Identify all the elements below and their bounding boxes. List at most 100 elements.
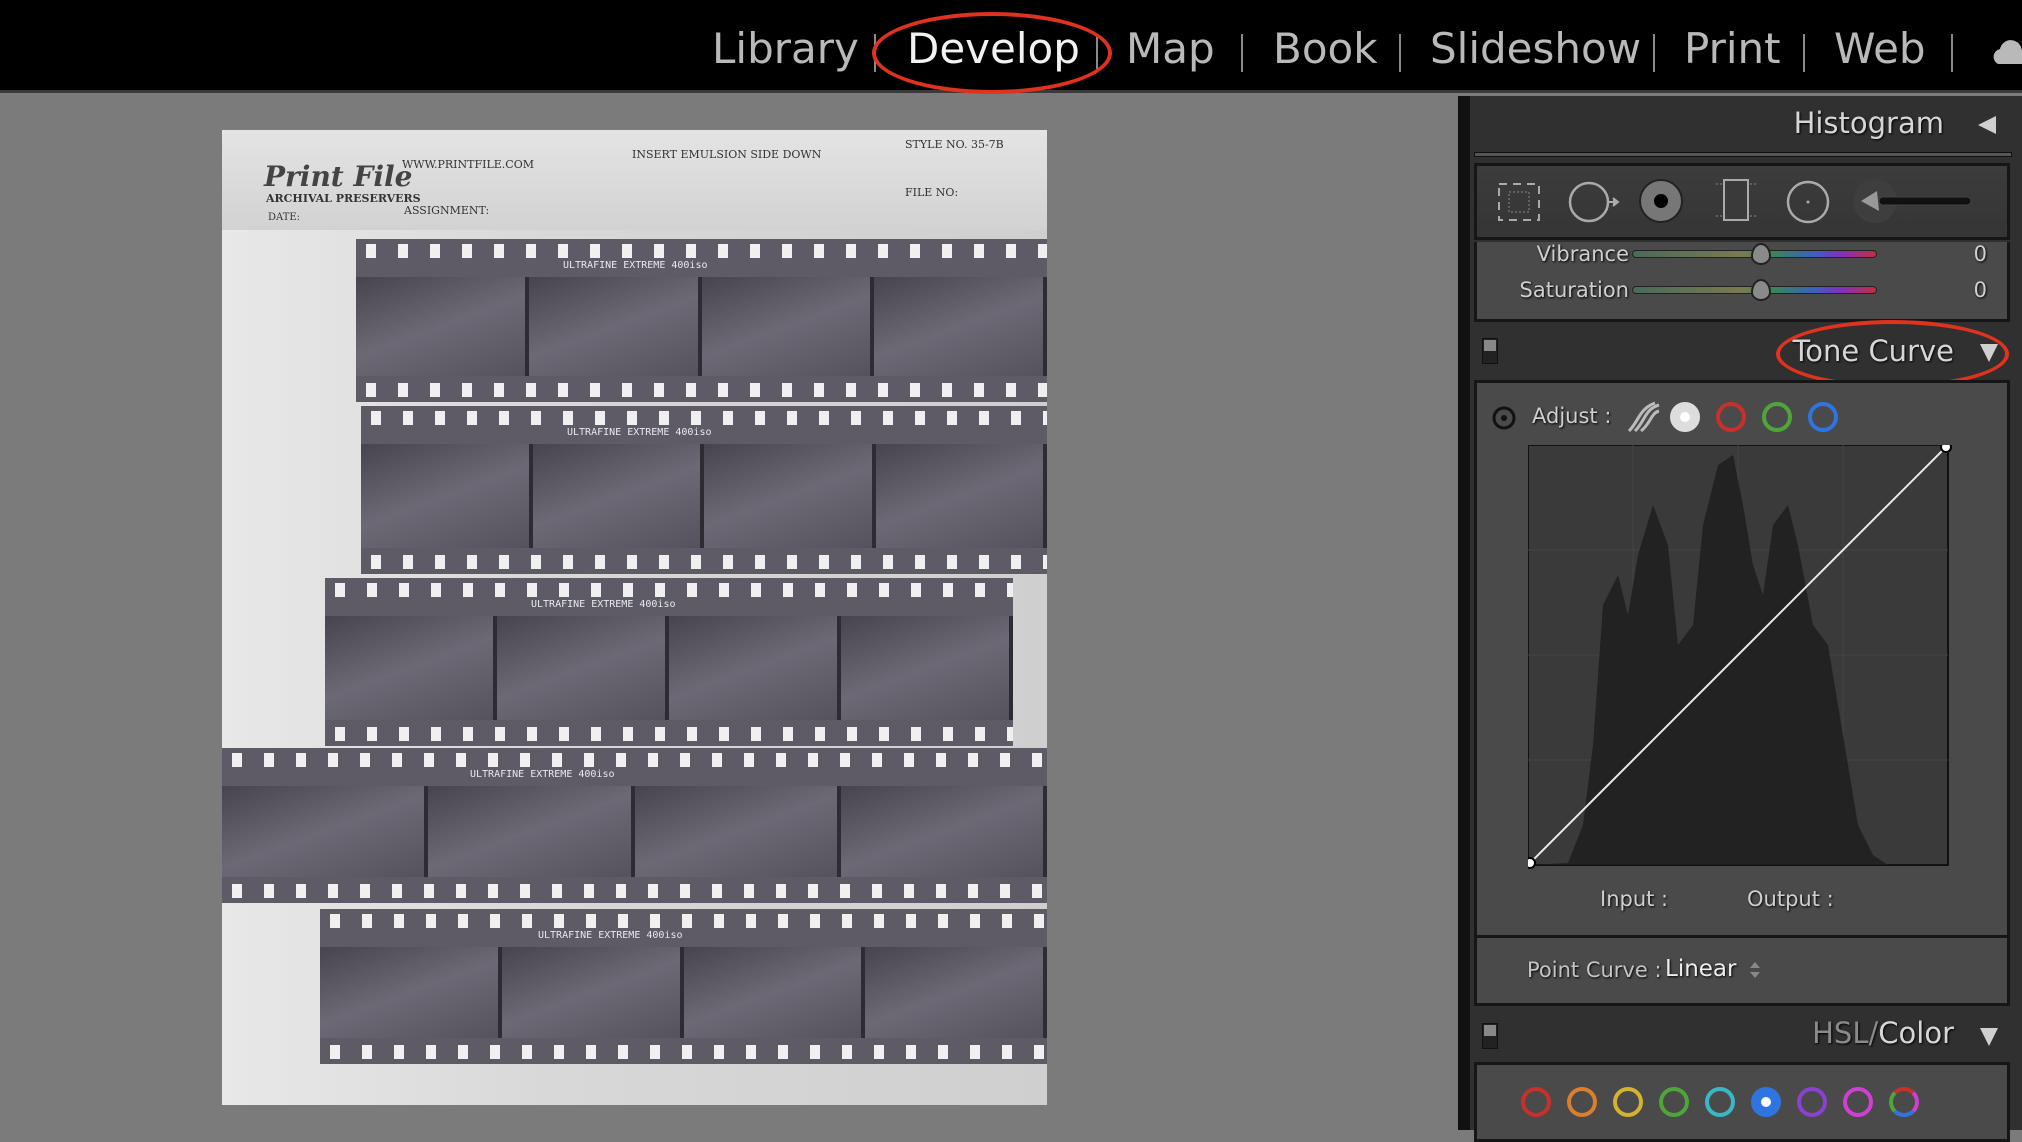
film-frame [683, 947, 866, 1038]
module-print[interactable]: Print [1684, 24, 1781, 73]
film-frame [222, 786, 429, 877]
channel-rgb[interactable] [1670, 402, 1700, 432]
module-book[interactable]: Book [1273, 24, 1378, 73]
hsl-swatch[interactable] [1797, 1087, 1827, 1117]
collapse-down-icon[interactable] [1978, 1026, 2000, 1048]
histogram-strip [1474, 152, 2012, 157]
film-frame [356, 277, 529, 376]
panel-divider[interactable] [1458, 96, 1470, 1130]
hsl-swatch[interactable] [1751, 1087, 1781, 1117]
crop-overlay-icon[interactable] [1495, 180, 1543, 224]
target-adjust-icon[interactable] [1491, 405, 1517, 431]
module-slideshow[interactable]: Slideshow [1430, 24, 1641, 73]
saturation-value[interactable]: 0 [1974, 278, 1987, 302]
point-curve-row: Point Curve : Linear [1474, 935, 2010, 1006]
sleeve-assignment: ASSIGNMENT: [404, 204, 490, 217]
tone-curve-toggle[interactable] [1482, 338, 1498, 364]
film-edge-label: ULTRAFINE EXTREME 400iso [563, 260, 708, 271]
cloud-icon[interactable] [1992, 38, 2022, 66]
point-curve-select[interactable]: Linear [1665, 956, 1736, 982]
adjustment-brush-icon[interactable] [1849, 176, 1989, 226]
red-eye-icon[interactable] [1637, 177, 1685, 225]
vibrance-label: Vibrance [1536, 242, 1629, 266]
hsl-panel [1474, 1062, 2010, 1142]
film-frame [361, 444, 533, 548]
film-edge-label: ULTRAFINE EXTREME 400iso [531, 599, 676, 610]
film-frame [528, 277, 702, 376]
collapse-left-icon[interactable] [1976, 114, 1998, 136]
radial-filter-icon[interactable] [1784, 178, 1832, 226]
film-frame [875, 444, 1047, 548]
input-label: Input : [1600, 887, 1669, 911]
output-label: Output : [1747, 887, 1834, 911]
module-web[interactable]: Web [1834, 24, 1926, 73]
graduated-filter-icon[interactable] [1715, 176, 1759, 226]
film-frame [669, 616, 841, 720]
select-arrows-icon[interactable] [1749, 960, 1761, 980]
hsl-color-title[interactable]: HSL/Color [1812, 1016, 1954, 1050]
parametric-curve-icon[interactable] [1625, 399, 1661, 435]
separator [1241, 34, 1243, 72]
film-strip: ULTRAFINE EXTREME 400iso [222, 748, 1047, 903]
sleeve-date: DATE: [268, 212, 301, 223]
spot-removal-icon[interactable] [1567, 178, 1625, 226]
channel-green[interactable] [1762, 402, 1792, 432]
curve-point [1940, 445, 1952, 453]
film-edge-label: ULTRAFINE EXTREME 400iso [567, 427, 712, 438]
film-frame [865, 947, 1047, 1038]
hsl-tab[interactable]: HSL [1812, 1016, 1868, 1050]
film-edge-label: ULTRAFINE EXTREME 400iso [470, 769, 615, 780]
film-strip: ULTRAFINE EXTREME 400iso [325, 578, 1013, 746]
module-map[interactable]: Map [1126, 24, 1215, 73]
hsl-swatch[interactable] [1613, 1087, 1643, 1117]
hsl-swatch[interactable] [1521, 1087, 1551, 1117]
sleeve-url: WWW.PRINTFILE.COM [402, 158, 534, 171]
hsl-swatch[interactable] [1567, 1087, 1597, 1117]
separator [1653, 34, 1655, 72]
film-frame [704, 444, 876, 548]
film-strip: ULTRAFINE EXTREME 400iso [356, 239, 1047, 402]
module-bar: Library Develop Map Book Slideshow Print… [0, 0, 2022, 94]
hsl-swatch[interactable] [1705, 1087, 1735, 1117]
histogram-title[interactable]: Histogram [1794, 106, 1944, 140]
film-frame [840, 786, 1047, 877]
separator [1803, 34, 1805, 72]
annotation-ellipse-tone-curve [1776, 320, 2009, 388]
film-strip: ULTRAFINE EXTREME 400iso [361, 406, 1047, 574]
hsl-swatch[interactable] [1659, 1087, 1689, 1117]
contact-sheet-photo[interactable]: Print File ARCHIVAL PRESERVERS WWW.PRINT… [222, 130, 1047, 1105]
right-panel: Histogram Vibrance 0 Saturation 0 Tone C… [1470, 96, 2022, 1142]
film-frame [501, 947, 684, 1038]
tone-curve-panel: Adjust : Input : Output : [1474, 380, 2010, 938]
brand-logo: Print File [264, 160, 413, 193]
sleeve-instruction: INSERT EMULSION SIDE DOWN [632, 148, 822, 161]
film-strip: ULTRAFINE EXTREME 400iso [320, 909, 1047, 1064]
point-curve-label: Point Curve : [1527, 958, 1662, 982]
film-frame [320, 947, 502, 1038]
vibrance-slider-thumb[interactable] [1751, 243, 1771, 265]
color-tab[interactable]: Color [1878, 1016, 1954, 1050]
film-frame [532, 444, 704, 548]
brand-sub: ARCHIVAL PRESERVERS [266, 192, 421, 205]
film-frame [497, 616, 669, 720]
film-frame [428, 786, 635, 877]
hsl-toggle[interactable] [1482, 1023, 1498, 1049]
separator [1399, 34, 1401, 72]
film-edge-label: ULTRAFINE EXTREME 400iso [538, 930, 683, 941]
hsl-swatch[interactable] [1843, 1087, 1873, 1117]
vibrance-value[interactable]: 0 [1974, 242, 1987, 266]
hsl-separator: / [1868, 1016, 1879, 1050]
film-frame [841, 616, 1013, 720]
curve-point [1528, 857, 1536, 869]
adjust-label: Adjust : [1532, 404, 1612, 428]
module-library[interactable]: Library [712, 24, 859, 73]
tone-curve-graph[interactable] [1528, 445, 1958, 875]
hsl-swatch[interactable] [1889, 1087, 1919, 1117]
film-frame [634, 786, 841, 877]
film-frame [701, 277, 875, 376]
saturation-slider-thumb[interactable] [1751, 279, 1771, 301]
saturation-label: Saturation [1519, 278, 1629, 302]
channel-blue[interactable] [1808, 402, 1838, 432]
annotation-ellipse-develop [872, 12, 1112, 94]
channel-red[interactable] [1716, 402, 1746, 432]
